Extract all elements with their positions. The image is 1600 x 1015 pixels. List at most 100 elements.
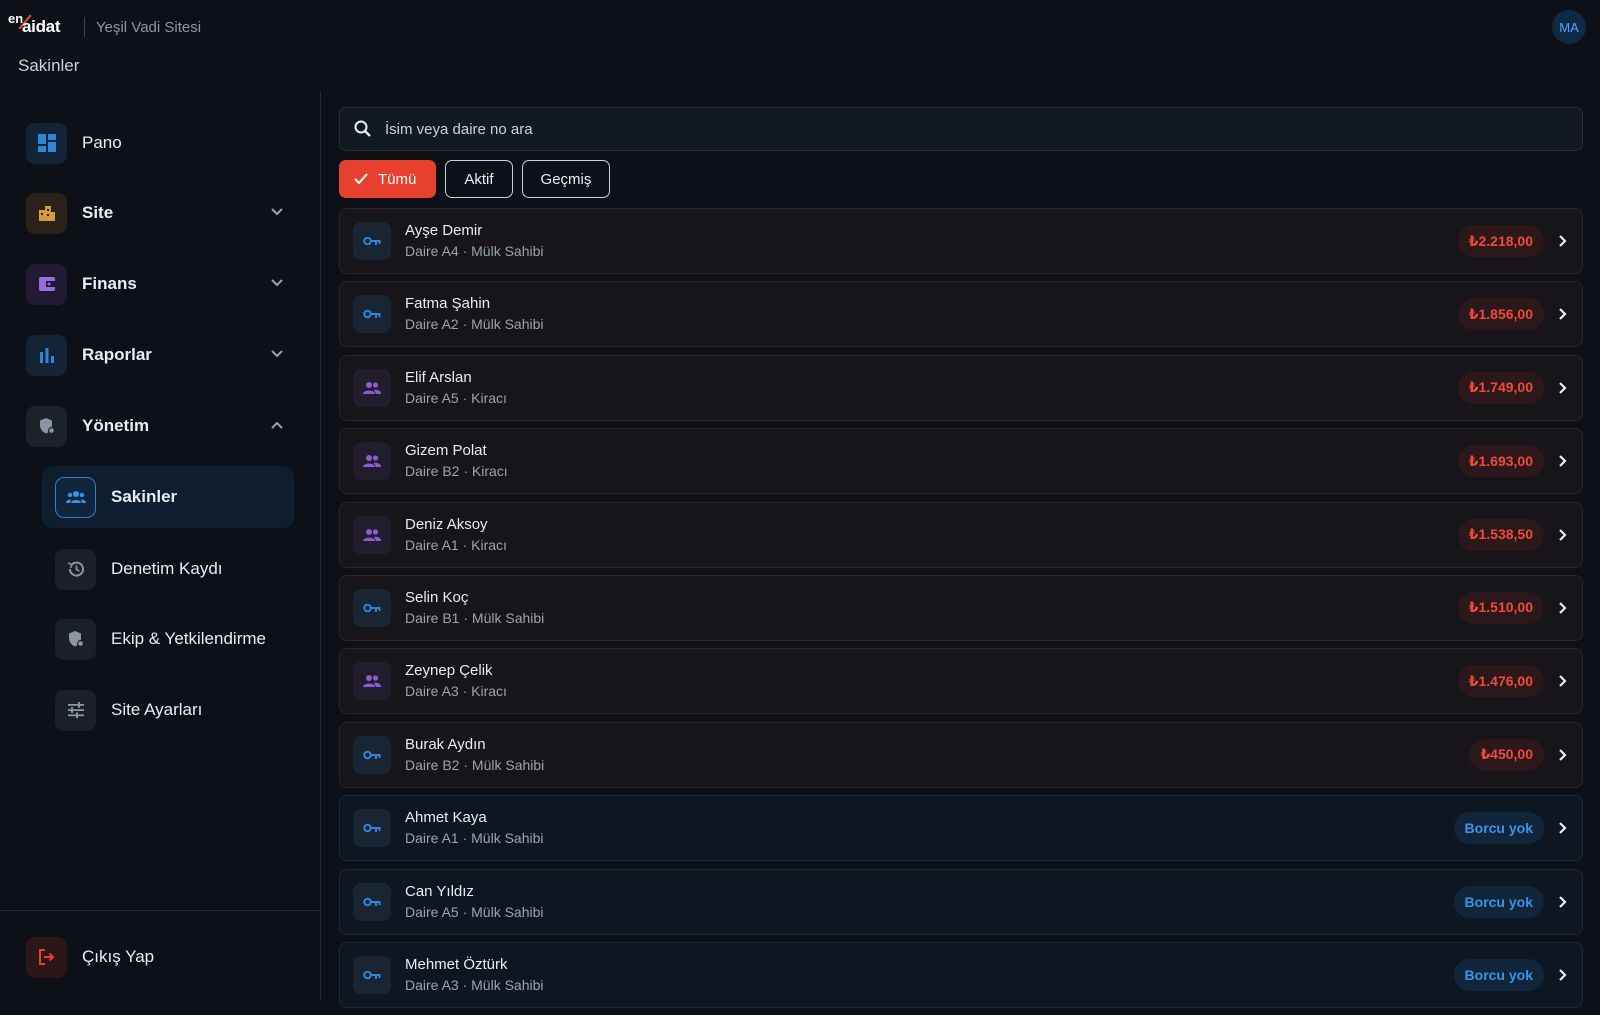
balance-badge: ₺2.218,00: [1457, 225, 1544, 257]
resident-name: Deniz Aksoy: [405, 515, 488, 533]
chevron-right-icon[interactable]: [1558, 895, 1568, 914]
app-logo[interactable]: en aidat: [8, 11, 74, 39]
balance-badge: ₺1.856,00: [1457, 298, 1544, 331]
resident-row[interactable]: Zeynep Çelik Daire A3 · Kiracı ₺1.476,00: [339, 648, 1583, 715]
chevron-right-icon[interactable]: [1558, 968, 1568, 987]
resident-unit: Daire B1 · Mülk Sahibi: [405, 609, 545, 626]
search-bar[interactable]: [339, 107, 1583, 151]
balance-badge: ₺1.693,00: [1457, 445, 1544, 478]
resident-row[interactable]: Elif Arslan Daire A5 · Kiracı ₺1.749,00: [339, 354, 1583, 421]
chevron-right-icon[interactable]: [1558, 674, 1568, 693]
resident-text: Gizem Polat Daire B2 · Kiracı: [405, 441, 508, 481]
resident-text: Elif Arslan Daire A5 · Kiracı: [405, 368, 507, 408]
check-icon: [354, 173, 368, 185]
logout-label: Çıkış Yap: [82, 947, 155, 966]
search-input[interactable]: [385, 120, 1485, 138]
sidebar-subitem-ekip-yetkilendirme[interactable]: Ekip & Yetkilendirme: [42, 608, 294, 670]
sidebar-item-label: Site Ayarları: [111, 700, 203, 719]
sidebar-item-pano[interactable]: Pano: [26, 121, 296, 165]
admin-shield-icon: [26, 405, 67, 447]
admin-shield-icon: [55, 618, 96, 660]
resident-text: Ayşe Demir Daire A4 · Mülk Sahibi: [405, 221, 544, 261]
chevron-right-icon[interactable]: [1558, 528, 1568, 547]
chevron-down-icon[interactable]: [270, 276, 284, 290]
key-icon: [353, 735, 391, 774]
chevron-right-icon[interactable]: [1558, 307, 1568, 326]
resident-row[interactable]: Gizem Polat Daire B2 · Kiracı ₺1.693,00: [339, 428, 1583, 495]
resident-unit: Daire A2 · Mülk Sahibi: [405, 316, 544, 333]
balance-badge: Borcu yok: [1453, 885, 1544, 918]
resident-text: Zeynep Çelik Daire A3 · Kiracı: [405, 661, 507, 701]
resident-text: Ahmet Kaya Daire A1 · Mülk Sahibi: [405, 808, 544, 848]
filter-all-chip[interactable]: Tümü: [339, 160, 437, 198]
resident-unit: Daire A4 · Mülk Sahibi: [405, 243, 544, 259]
group-icon: [55, 476, 96, 518]
chevron-right-icon[interactable]: [1558, 381, 1568, 400]
resident-name: Mehmet Öztürk: [405, 955, 508, 973]
resident-unit: Daire A5 · Kiracı: [405, 389, 507, 406]
balance-badge: ₺1.510,00: [1457, 591, 1544, 624]
sidebar-item-label: Denetim Kaydı: [111, 559, 223, 578]
balance-badge: ₺1.538,50: [1457, 518, 1544, 551]
sidebar-item-label: Ekip & Yetkilendirme: [111, 629, 266, 648]
key-icon: [353, 882, 391, 921]
resident-name: Fatma Şahin: [405, 295, 491, 313]
chevron-up-icon[interactable]: [270, 418, 284, 432]
chevron-right-icon[interactable]: [1558, 454, 1568, 473]
resident-row[interactable]: Deniz Aksoy Daire A1 · Kiracı ₺1.538,50: [339, 501, 1583, 568]
apartment-icon: [26, 192, 67, 234]
resident-name: Burak Aydın: [405, 735, 486, 753]
resident-row[interactable]: Fatma Şahin Daire A2 · Mülk Sahibi ₺1.856,…: [339, 281, 1583, 348]
filter-past-label: Geçmiş: [540, 170, 592, 188]
avatar[interactable]: MA: [1552, 10, 1586, 44]
resident-row[interactable]: Mehmet Öztürk Daire A3 · Mülk Sahibi Borcu…: [339, 941, 1583, 1008]
logout-button[interactable]: Çıkış Yap: [26, 935, 296, 979]
chevron-right-icon[interactable]: [1558, 821, 1568, 840]
resident-text: Deniz Aksoy Daire A1 · Kiracı: [405, 515, 507, 555]
resident-name: Ahmet Kaya: [405, 809, 487, 827]
resident-list: Ayşe Demir Daire A4 · Mülk Sahibi ₺2.218,0…: [339, 208, 1583, 1015]
chevron-right-icon[interactable]: [1558, 601, 1568, 620]
resident-text: Can Yıldız Daire A5 · Mülk Sahibi: [405, 882, 544, 922]
sidebar: Pano Site Finans Raporlar Yönetim Sakinl: [0, 91, 321, 1000]
sidebar-item-site[interactable]: Site: [26, 191, 296, 235]
resident-name: Can Yıldız: [405, 882, 474, 900]
resident-row[interactable]: Ayşe Demir Daire A4 · Mülk Sahibi ₺2.218,0…: [339, 208, 1583, 274]
sidebar-item-raporlar[interactable]: Raporlar: [26, 333, 296, 377]
resident-name: Selin Koç: [405, 588, 469, 606]
sidebar-item-yonetim[interactable]: Yönetim: [26, 404, 296, 448]
sidebar-subitem-site-ayarlari[interactable]: Site Ayarları: [42, 679, 294, 741]
sidebar-item-finans[interactable]: Finans: [26, 262, 296, 306]
filter-past-chip[interactable]: Geçmiş: [521, 160, 611, 198]
resident-row[interactable]: Burak Aydın Daire B2 · Mülk Sahibi ₺450,00: [339, 721, 1583, 788]
sidebar-subitem-sakinler[interactable]: Sakinler: [42, 466, 294, 528]
group-icon: [353, 442, 391, 481]
chevron-right-icon[interactable]: [1558, 748, 1568, 767]
resident-row[interactable]: Can Yıldız Daire A5 · Mülk Sahibi Borcu yo…: [339, 868, 1583, 935]
sidebar-item-label: Pano: [82, 133, 122, 152]
chevron-down-icon[interactable]: [270, 205, 284, 219]
key-icon: [353, 222, 391, 260]
resident-text: Selin Koç Daire B1 · Mülk Sahibi: [405, 588, 544, 628]
chevron-right-icon[interactable]: [1558, 234, 1568, 253]
sidebar-item-label: Yönetim: [82, 416, 150, 435]
resident-row[interactable]: Selin Koç Daire B1 · Mülk Sahibi ₺1.510,00: [339, 574, 1583, 641]
sidebar-item-label: Raporlar: [82, 345, 152, 364]
group-icon: [353, 662, 391, 701]
sidebar-subitem-denetim-kaydi[interactable]: Denetim Kaydı: [42, 538, 294, 600]
balance-badge: Borcu yok: [1453, 958, 1544, 991]
resident-name: Elif Arslan: [405, 368, 472, 386]
resident-name: Ayşe Demir: [405, 222, 483, 239]
filter-active-label: Aktif: [464, 170, 494, 188]
resident-text: Fatma Şahin Daire A2 · Mülk Sahibi: [405, 294, 544, 334]
resident-row[interactable]: Ahmet Kaya Daire A1 · Mülk Sahibi Borcu yo…: [339, 795, 1583, 862]
resident-unit: Daire A1 · Mülk Sahibi: [405, 830, 544, 847]
resident-text: Mehmet Öztürk Daire A3 · Mülk Sahibi: [405, 955, 544, 995]
filter-chips: Tümü Aktif Geçmiş: [339, 160, 611, 198]
sidebar-item-label: Finans: [82, 274, 137, 293]
sidebar-item-label: Site: [82, 203, 114, 222]
chevron-down-icon[interactable]: [270, 347, 284, 361]
dashboard-icon: [26, 122, 67, 164]
tune-icon: [55, 689, 96, 731]
filter-active-chip[interactable]: Aktif: [445, 160, 513, 198]
